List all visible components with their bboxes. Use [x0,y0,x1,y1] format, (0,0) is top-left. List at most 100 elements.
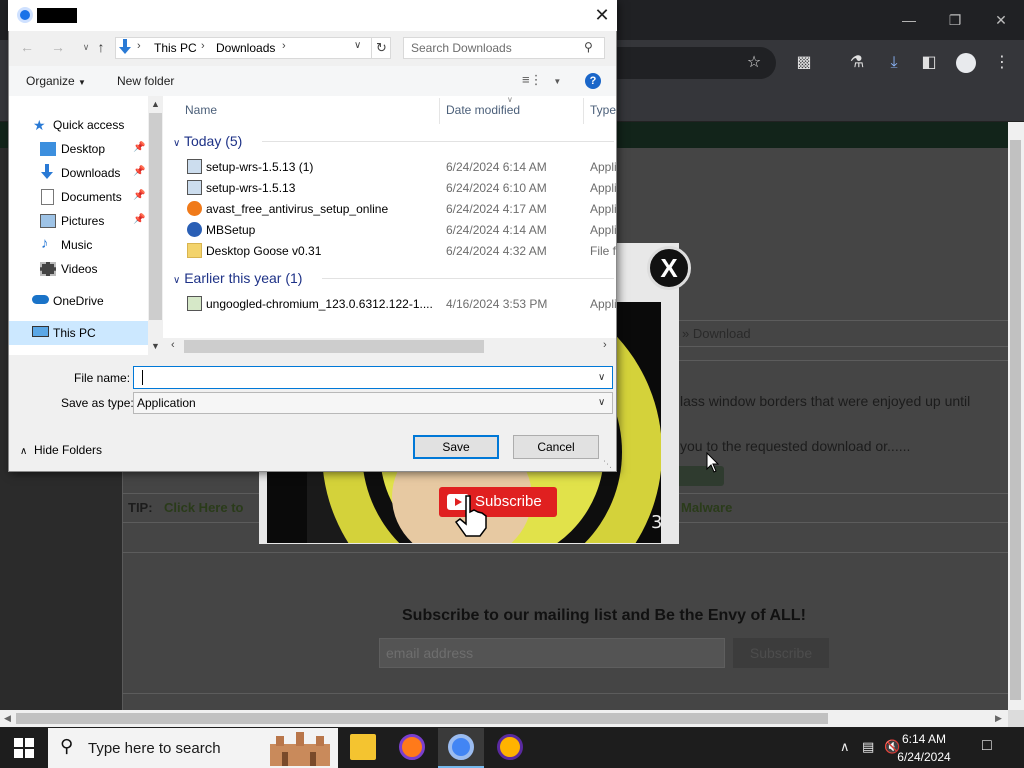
file-name: MBSetup [206,223,256,237]
file-row[interactable]: ungoogled-chromium_123.0.6312.122-1.... … [163,293,616,314]
nav-label: Quick access [53,118,125,132]
bookmark-star-icon[interactable]: ☆ [742,51,766,75]
pin-icon[interactable]: 📌 [133,166,145,177]
pin-icon[interactable]: 📌 [133,142,145,153]
column-type[interactable]: Type [590,103,616,117]
folder-icon [187,243,202,258]
nav-scroll-thumb[interactable] [149,113,162,320]
save-as-type-select[interactable] [133,392,613,414]
save-button[interactable]: Save [413,435,499,459]
avast-icon [187,201,202,216]
file-list-scroll-thumb[interactable] [184,340,484,353]
pin-icon[interactable]: 📌 [133,190,145,201]
organize-menu[interactable]: Organize ▼ [26,74,86,88]
resize-grip-icon[interactable]: ⋱ [603,459,612,470]
horizontal-scroll-thumb[interactable] [16,713,828,724]
nav-documents[interactable]: Documents 📌 [9,185,148,209]
clock-date[interactable]: 6/24/2024 [893,750,955,764]
nav-onedrive[interactable]: OneDrive [9,289,148,313]
hide-folders-toggle[interactable]: ∧ Hide Folders [20,443,102,457]
clock-time[interactable]: 6:14 AM [893,732,955,746]
scroll-right-arrow-icon[interactable]: ▶ [995,713,1002,724]
file-name: setup-wrs-1.5.13 (1) [206,160,314,174]
nav-music[interactable]: ♪ Music [9,233,148,257]
close-window-icon[interactable]: ✕ [986,8,1016,32]
file-row[interactable]: setup-wrs-1.5.13 (1) 6/24/2024 6:14 AM A… [163,156,616,177]
help-icon[interactable]: ? [585,73,601,89]
nav-desktop[interactable]: Desktop 📌 [9,137,148,161]
download-icon[interactable]: ⤓ [882,51,906,75]
file-row[interactable]: MBSetup 6/24/2024 4:14 AM Application [163,219,616,240]
file-explorer-icon[interactable] [350,734,376,760]
dialog-titlebar[interactable] [8,0,617,31]
chrome-icon [17,7,33,23]
extensions-icon[interactable]: ▩ [792,51,816,75]
maximize-icon[interactable]: ❐ [940,8,970,32]
profile-avatar-icon[interactable] [956,53,976,73]
refresh-icon[interactable]: ↻ [371,37,391,59]
labs-flask-icon[interactable]: ⚗ [845,51,869,75]
desktop-icon [40,142,56,156]
up-arrow-icon[interactable]: ↑ [92,38,110,56]
menu-kebab-icon[interactable]: ⋮ [990,51,1014,75]
tip-link[interactable]: Click Here to [164,500,243,515]
file-date: 6/24/2024 4:32 AM [446,244,547,258]
search-icon[interactable]: ⚲ [584,40,593,54]
minimize-icon[interactable]: — [894,8,924,32]
file-row[interactable]: setup-wrs-1.5.13 6/24/2024 6:10 AM Appli… [163,177,616,198]
cancel-button[interactable]: Cancel [513,435,599,459]
scroll-left-arrow-icon[interactable]: ◀ [4,713,11,724]
nav-pictures[interactable]: Pictures 📌 [9,209,148,233]
tray-overflow-chevron-icon[interactable]: ∧ [840,739,850,755]
side-panel-icon[interactable]: ◧ [917,51,941,75]
scroll-down-arrow-icon[interactable]: ▼ [151,341,160,351]
file-row[interactable]: Desktop Goose v0.31 6/24/2024 4:32 AM Fi… [163,240,616,261]
text-caret [142,370,143,385]
file-name-input[interactable] [133,366,613,389]
chrome-icon[interactable] [448,734,474,760]
chevron-right-icon[interactable]: › [201,40,205,52]
breadcrumb-downloads[interactable]: Downloads [216,41,275,55]
file-row[interactable]: avast_free_antivirus_setup_online 6/24/2… [163,198,616,219]
pin-icon[interactable]: 📌 [133,214,145,225]
column-date-modified[interactable]: Date modified [446,103,520,117]
chevron-down-icon: ∨ [173,138,181,149]
firefox-icon[interactable] [399,734,425,760]
view-options-icon[interactable]: ≡⋮ ▼ [522,72,561,88]
file-date: 6/24/2024 4:17 AM [446,202,547,216]
new-folder-button[interactable]: New folder [117,74,174,88]
vertical-scroll-thumb[interactable] [1010,140,1021,700]
chevron-down-icon[interactable]: ∨ [598,397,605,408]
forward-arrow-icon[interactable]: → [49,38,67,56]
group-header-today[interactable]: ∨ Today (5) [173,133,242,149]
subscribe-button[interactable]: Subscribe [733,638,829,668]
address-dropdown-icon[interactable]: ∨ [354,40,361,51]
tip-tail[interactable]: Malware [681,500,732,515]
popup-close-button[interactable]: X [647,246,691,290]
scroll-left-arrow-icon[interactable]: ‹ [171,339,175,351]
app-icon[interactable] [497,734,523,760]
scroll-up-arrow-icon[interactable]: ▲ [151,99,160,109]
chevron-down-icon[interactable]: ∨ [598,372,605,383]
network-icon[interactable]: ▤ [862,739,874,755]
scroll-right-arrow-icon[interactable]: › [603,339,607,351]
notifications-icon[interactable]: □ [982,737,992,755]
group-header-earlier[interactable]: ∨ Earlier this year (1) [173,270,302,286]
nav-downloads[interactable]: Downloads 📌 [9,161,148,185]
start-button[interactable] [14,738,34,758]
nav-label: Videos [61,262,98,276]
nav-this-pc[interactable]: This PC [9,321,148,345]
column-name[interactable]: Name [185,103,217,117]
breadcrumb-this-pc[interactable]: This PC [154,41,197,55]
back-arrow-icon[interactable]: ← [18,38,36,56]
body-text-line: lass window borders that were enjoyed up… [680,393,971,409]
dialog-title-redacted [37,8,77,23]
documents-icon [41,189,54,205]
nav-videos[interactable]: Videos [9,257,148,281]
nav-quick-access[interactable]: ★ Quick access [9,113,148,137]
email-input[interactable]: email address [379,638,725,668]
group-label: Today (5) [183,133,243,149]
chevron-right-icon[interactable]: › [282,40,286,52]
dialog-close-icon[interactable]: ✕ [587,4,617,26]
chevron-right-icon[interactable]: › [137,40,141,52]
